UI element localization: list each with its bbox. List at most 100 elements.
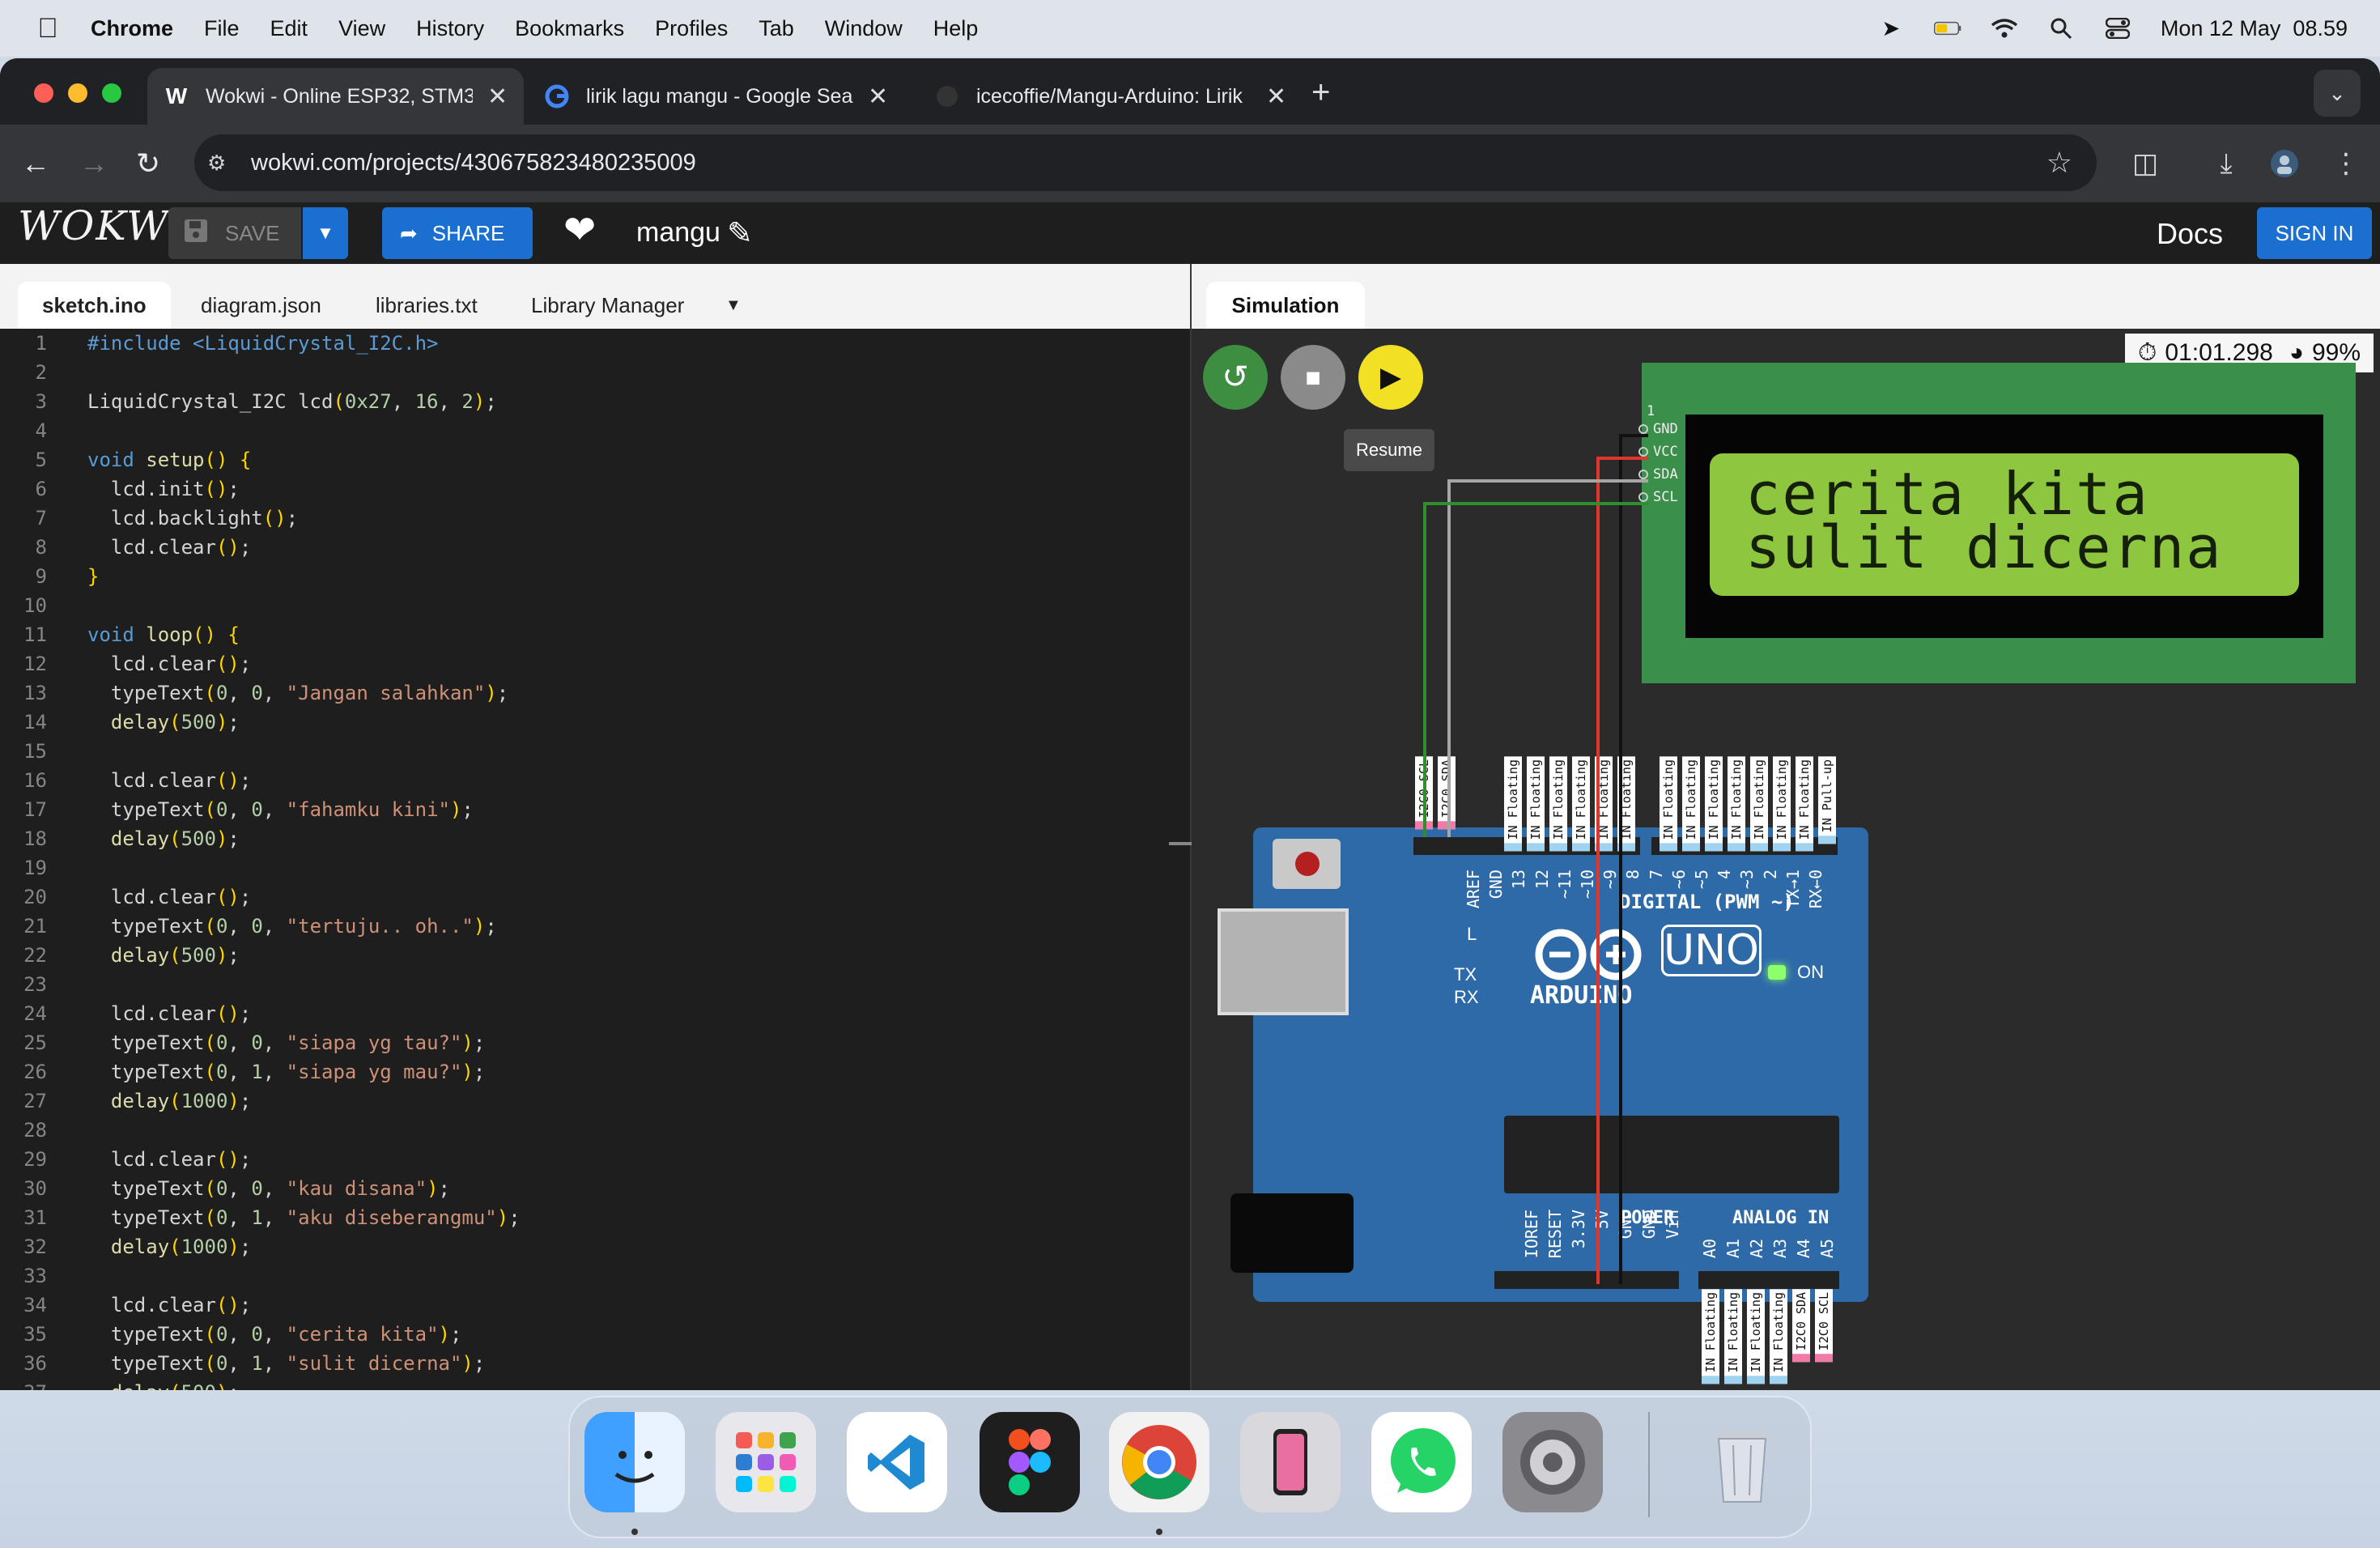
code-line[interactable]: 12 lcd.clear(); — [0, 649, 1166, 678]
code-line[interactable]: 32 delay(1000); — [0, 1232, 1166, 1261]
code-line[interactable]: 5 void setup() { — [0, 445, 1166, 474]
control-center-icon[interactable] — [2104, 15, 2131, 42]
menu-history[interactable]: History — [416, 16, 484, 41]
code-line[interactable]: 36 typeText(0, 1, "sulit dicerna"); — [0, 1349, 1166, 1378]
code-line[interactable]: 25 typeText(0, 0, "siapa yg tau?"); — [0, 1028, 1166, 1057]
browser-tab-google[interactable]: lirik lagu mangu - Google Search ✕ — [528, 68, 904, 125]
code-line[interactable]: 30 typeText(0, 0, "kau disana"); — [0, 1174, 1166, 1203]
rocket-icon[interactable]: ➤ — [1877, 15, 1905, 42]
simulator-icon[interactable] — [1240, 1412, 1341, 1512]
code-line[interactable]: 24 lcd.clear(); — [0, 999, 1166, 1028]
profile-avatar-icon[interactable] — [2263, 142, 2306, 185]
code-line[interactable]: 9} — [0, 562, 1166, 591]
menu-file[interactable]: File — [204, 16, 240, 41]
save-button[interactable]: SAVE — [168, 207, 301, 259]
spotlight-search-icon[interactable] — [2047, 15, 2075, 42]
menu-help[interactable]: Help — [933, 16, 979, 41]
save-dropdown-chevron-icon[interactable]: ▼ — [303, 207, 348, 259]
editor-tabs-menu-chevron-icon[interactable]: ▼ — [725, 296, 742, 315]
tab-search-button[interactable]: ⌄ — [2314, 70, 2361, 117]
code-line[interactable]: 4 — [0, 416, 1166, 445]
figma-icon[interactable] — [980, 1412, 1080, 1512]
trash-icon[interactable] — [1692, 1412, 1792, 1512]
code-line[interactable]: 16 lcd.clear(); — [0, 766, 1166, 795]
code-line[interactable]: 37 delay(500); — [0, 1378, 1166, 1390]
code-line[interactable]: 15 — [0, 737, 1166, 766]
code-line[interactable]: 22 delay(500); — [0, 941, 1166, 970]
menu-bookmarks[interactable]: Bookmarks — [515, 16, 624, 41]
code-line[interactable]: 2 — [0, 358, 1166, 387]
tab-diagram-json[interactable]: diagram.json — [176, 282, 346, 329]
tab-library-manager[interactable]: Library Manager — [507, 282, 708, 329]
chrome-menu-icon[interactable]: ⋮ — [2325, 142, 2367, 185]
code-line[interactable]: 14 delay(500); — [0, 708, 1166, 737]
menu-edit[interactable]: Edit — [270, 16, 308, 41]
splitter-handle[interactable] — [1169, 842, 1192, 845]
edit-pencil-icon[interactable]: ✎ — [727, 215, 753, 252]
code-line[interactable]: 33 — [0, 1261, 1166, 1291]
code-line[interactable]: 8 lcd.clear(); — [0, 533, 1166, 562]
zoom-window-button[interactable] — [102, 83, 121, 103]
menubar-clock[interactable]: Mon 12 May 08.59 — [2161, 16, 2348, 41]
site-info-icon[interactable]: ⚙ — [207, 151, 235, 176]
extensions-icon[interactable]: ◫ — [2124, 142, 2166, 185]
resume-play-icon[interactable]: ▶ — [1358, 345, 1423, 410]
code-line[interactable]: 10 — [0, 591, 1166, 620]
code-line[interactable]: 26 typeText(0, 1, "siapa yg mau?"); — [0, 1057, 1166, 1087]
chrome-icon[interactable] — [1109, 1412, 1209, 1512]
minimize-window-button[interactable] — [68, 83, 87, 103]
tab-close-icon[interactable]: ✕ — [487, 83, 508, 111]
docs-link[interactable]: Docs — [2157, 217, 2223, 251]
lcd-pin[interactable] — [1638, 492, 1648, 502]
whatsapp-icon[interactable] — [1371, 1412, 1472, 1512]
vscode-icon[interactable] — [847, 1412, 947, 1512]
browser-tab-wokwi[interactable]: W Wokwi - Online ESP32, STM32 ✕ — [147, 68, 525, 125]
code-line[interactable]: 11 void loop() { — [0, 620, 1166, 649]
forward-icon[interactable]: → — [79, 125, 108, 202]
menu-app-name[interactable]: Chrome — [91, 16, 173, 41]
heart-icon[interactable]: ❤ — [563, 207, 596, 253]
restart-simulation-icon[interactable]: ↺ — [1203, 345, 1268, 410]
tab-simulation[interactable]: Simulation — [1206, 282, 1365, 329]
code-line[interactable]: 3 LiquidCrystal_I2C lcd(0x27, 16, 2); — [0, 387, 1166, 416]
stop-simulation-icon[interactable]: ■ — [1281, 345, 1345, 410]
code-area[interactable]: 1 #include <LiquidCrystal_I2C.h> 2 3 LiquidC… — [0, 329, 1166, 1390]
lcd-pin[interactable] — [1638, 424, 1648, 434]
code-line[interactable]: 13 typeText(0, 0, "Jangan salahkan"); — [0, 678, 1166, 708]
code-line[interactable]: 29 lcd.clear(); — [0, 1145, 1166, 1174]
tab-close-icon[interactable]: ✕ — [868, 83, 888, 111]
reset-button[interactable] — [1273, 839, 1341, 889]
sign-in-button[interactable]: SIGN IN — [2257, 207, 2372, 259]
wokwi-logo[interactable]: WOKWi — [18, 202, 183, 249]
tab-libraries-txt[interactable]: libraries.txt — [351, 282, 502, 329]
code-line[interactable]: 31 typeText(0, 1, "aku diseberangmu"); — [0, 1203, 1166, 1232]
battery-icon[interactable] — [1933, 15, 1961, 42]
close-window-button[interactable] — [34, 83, 53, 103]
code-line[interactable]: 34 lcd.clear(); — [0, 1291, 1166, 1320]
menu-window[interactable]: Window — [825, 16, 903, 41]
project-name[interactable]: mangu — [636, 217, 720, 249]
code-line[interactable]: 28 — [0, 1116, 1166, 1145]
code-line[interactable]: 1 #include <LiquidCrystal_I2C.h> — [0, 329, 1166, 358]
download-icon[interactable]: ⤓ — [2205, 142, 2247, 185]
new-tab-button[interactable]: + — [1311, 74, 1330, 111]
menu-profiles[interactable]: Profiles — [655, 16, 728, 41]
code-line[interactable]: 19 — [0, 853, 1166, 882]
code-line[interactable]: 17 typeText(0, 0, "fahamku kini"); — [0, 795, 1166, 824]
reload-icon[interactable]: ↻ — [136, 125, 160, 202]
code-line[interactable]: 7 lcd.backlight(); — [0, 504, 1166, 533]
code-line[interactable]: 6 lcd.init(); — [0, 474, 1166, 504]
back-icon[interactable]: ← — [21, 125, 50, 202]
menu-view[interactable]: View — [338, 16, 385, 41]
launchpad-icon[interactable] — [716, 1412, 816, 1512]
settings-icon[interactable] — [1502, 1412, 1603, 1512]
code-line[interactable]: 27 delay(1000); — [0, 1087, 1166, 1116]
code-line[interactable]: 18 delay(500); — [0, 824, 1166, 853]
url-text[interactable]: wokwi.com/projects/430675823480235009 — [251, 150, 696, 176]
bookmark-star-icon[interactable]: ☆ — [2046, 146, 2072, 180]
tab-sketch-ino[interactable]: sketch.ino — [18, 282, 171, 329]
lcd-pin[interactable] — [1638, 470, 1648, 479]
finder-icon[interactable] — [584, 1412, 685, 1512]
code-line[interactable]: 21 typeText(0, 0, "tertuju.. oh.."); — [0, 912, 1166, 941]
code-line[interactable]: 20 lcd.clear(); — [0, 882, 1166, 912]
